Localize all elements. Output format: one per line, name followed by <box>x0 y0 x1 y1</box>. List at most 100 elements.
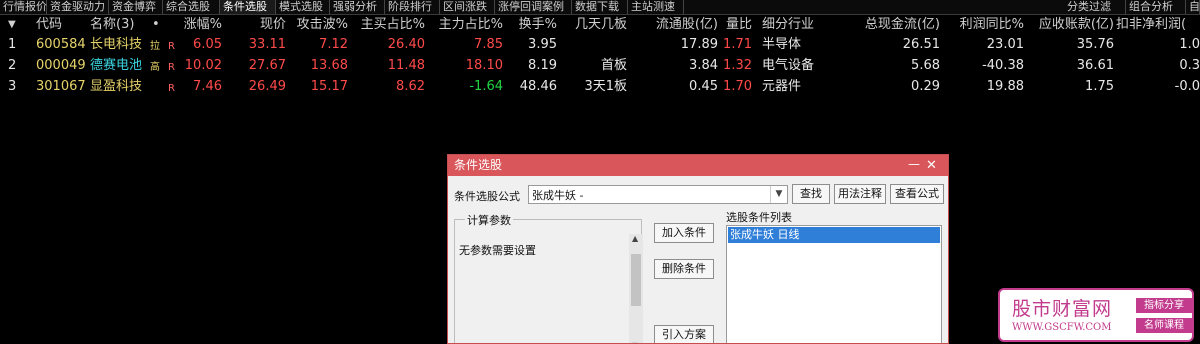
tab-fund-drive[interactable]: 资金驱动力 <box>47 0 109 14</box>
find-button[interactable]: 查找 <box>792 184 830 204</box>
tab-range-change[interactable]: 区间涨跌 <box>440 0 495 14</box>
import-scheme-button[interactable]: 引入方案 <box>654 325 714 343</box>
receivable-value: 35.76 <box>1076 37 1114 52</box>
add-condition-button[interactable]: 加入条件 <box>654 223 714 243</box>
cash-value: 5.68 <box>911 58 940 73</box>
col-buy-ratio[interactable]: 主买占比% <box>350 15 425 35</box>
receivable-value: 36.61 <box>1076 58 1114 73</box>
tab-speed-test[interactable]: 主站测速 <box>628 0 684 14</box>
col-code[interactable]: 代码 <box>36 15 62 35</box>
table-header: ▼ 代码 名称(3) • 涨幅% 现价 攻击波% 主买占比% 主力占比% 换手%… <box>0 15 1200 35</box>
deduct-value: -0.0 <box>1174 79 1200 94</box>
main-ratio-value: 7.85 <box>474 37 503 52</box>
watermark-tag: 名师课程 <box>1136 318 1192 333</box>
formula-value: 张成牛妖 - <box>532 189 584 202</box>
view-formula-button[interactable]: 查看公式 <box>890 184 944 204</box>
price-value: 26.49 <box>248 79 286 94</box>
tab-data-download[interactable]: 数据下载 <box>572 0 628 14</box>
chevron-down-icon[interactable]: ▼ <box>770 186 787 203</box>
col-float[interactable]: 流通股(亿) <box>634 15 718 35</box>
tab-condition-select[interactable]: 条件选股 <box>220 0 276 14</box>
col-price[interactable]: 现价 <box>238 15 286 35</box>
industry-value: 元器件 <box>762 79 802 94</box>
col-profit[interactable]: 利润同比% <box>946 15 1024 35</box>
cash-value: 0.29 <box>911 79 940 94</box>
table-row[interactable]: 1 600584 长电科技 拉 R 6.05 33.11 7.12 26.40 … <box>0 35 1200 55</box>
dot-icon: • <box>152 17 160 32</box>
table-row[interactable]: 2 000049 德赛电池 高 R 10.02 27.67 13.68 11.4… <box>0 56 1200 76</box>
industry-value: 电气设备 <box>762 58 815 73</box>
tab-bar: 行情报价 资金驱动力 资金博弈 综合选股 条件选股 模式选股 强弱分析 阶段排行… <box>0 0 1200 15</box>
turnover-value: 8.19 <box>528 58 557 73</box>
stock-name: 长电科技 <box>90 37 143 52</box>
deduct-value: 0.3 <box>1179 58 1200 73</box>
close-icon[interactable]: ✕ <box>926 155 940 176</box>
float-value: 17.89 <box>680 37 718 52</box>
params-group: 计算参数 无参数需要设置 ▲ ▼ <box>454 212 643 343</box>
boards-value: 首板 <box>600 58 627 73</box>
wave-value: 13.68 <box>310 58 348 73</box>
main-ratio-value: 18.10 <box>465 58 503 73</box>
pct-value: 7.46 <box>193 79 222 94</box>
receivable-value: 1.75 <box>1085 79 1114 94</box>
tab-fund-game[interactable]: 资金博弈 <box>109 0 163 14</box>
tab-quotes[interactable]: 行情报价 <box>0 0 47 14</box>
tab-category-filter[interactable]: 分类过滤 <box>1064 0 1126 14</box>
sort-icon[interactable]: ▼ <box>8 15 16 35</box>
stock-code: 600584 <box>36 37 86 52</box>
col-wave[interactable]: 攻击波% <box>290 15 348 35</box>
tab-composite-select[interactable]: 综合选股 <box>163 0 220 14</box>
tab-stage-ranking[interactable]: 阶段排行 <box>385 0 440 14</box>
params-title: 计算参数 <box>465 212 513 228</box>
row-index: 3 <box>8 79 17 94</box>
delete-condition-button[interactable]: 删除条件 <box>654 259 714 279</box>
stock-name: 显盈科技 <box>90 79 143 94</box>
col-industry[interactable]: 细分行业 <box>762 15 814 35</box>
turnover-value: 48.46 <box>519 79 557 94</box>
tab-more[interactable]: 自 <box>1186 0 1200 14</box>
col-pct[interactable]: 涨幅% <box>170 15 222 35</box>
col-main-ratio[interactable]: 主力占比% <box>428 15 503 35</box>
price-value: 33.11 <box>248 37 286 52</box>
wave-value: 7.12 <box>319 37 348 52</box>
tab-pattern-select[interactable]: 模式选股 <box>276 0 330 14</box>
condition-select-dialog: 条件选股 — ✕ 条件选股公式 张成牛妖 - ▼ 查找 用法注释 查看公式 计算… <box>447 154 949 344</box>
buy-ratio-value: 8.62 <box>396 79 425 94</box>
col-receivable[interactable]: 应收账款(亿) <box>1024 15 1114 35</box>
params-text: 无参数需要设置 <box>459 244 536 257</box>
col-deduct[interactable]: 扣非净利润( <box>1116 15 1186 35</box>
scroll-up-icon[interactable]: ▲ <box>632 234 638 243</box>
deduct-value: 1.0 <box>1179 37 1200 52</box>
col-name[interactable]: 名称(3) <box>90 15 134 35</box>
tab-strength-analysis[interactable]: 强弱分析 <box>330 0 385 14</box>
scroll-thumb[interactable] <box>631 254 641 306</box>
condition-list-title: 选股条件列表 <box>726 211 792 224</box>
table-row[interactable]: 3 301067 显盈科技 R 7.46 26.49 15.17 8.62 -1… <box>0 77 1200 97</box>
formula-combobox[interactable]: 张成牛妖 - ▼ <box>528 185 788 204</box>
params-scrollbar[interactable]: ▲ ▼ <box>629 234 643 343</box>
minimize-icon[interactable]: — <box>908 155 922 174</box>
list-item[interactable]: 张成牛妖 日线 <box>728 227 940 243</box>
vol-ratio-value: 1.71 <box>723 37 752 52</box>
col-cash[interactable]: 总现金流(亿) <box>840 15 940 35</box>
watermark-logo: 股市财富网 WWW.GSCFW.COM 指标分享 名师课程 <box>998 288 1194 342</box>
row-index: 1 <box>8 37 17 52</box>
col-boards[interactable]: 几天几板 <box>562 15 627 35</box>
condition-list[interactable]: 张成牛妖 日线 <box>726 225 942 343</box>
buy-ratio-value: 26.40 <box>387 37 425 52</box>
tab-limit-callback-cases[interactable]: 涨停回调案例 <box>495 0 572 14</box>
main-ratio-value: -1.64 <box>469 79 503 94</box>
watermark-title: 股市财富网 <box>1012 298 1113 320</box>
profit-value: 19.88 <box>986 79 1024 94</box>
industry-value: 半导体 <box>762 37 802 52</box>
buy-ratio-value: 11.48 <box>387 58 425 73</box>
wave-value: 15.17 <box>310 79 348 94</box>
col-vol-ratio[interactable]: 量比 <box>714 15 752 35</box>
watermark-tag: 指标分享 <box>1136 298 1192 313</box>
price-value: 27.67 <box>248 58 286 73</box>
row-index: 2 <box>8 58 17 73</box>
col-turnover[interactable]: 换手% <box>512 15 557 35</box>
usage-notes-button[interactable]: 用法注释 <box>834 184 886 204</box>
tab-portfolio-analysis[interactable]: 组合分析 <box>1126 0 1186 14</box>
float-value: 0.45 <box>689 79 718 94</box>
